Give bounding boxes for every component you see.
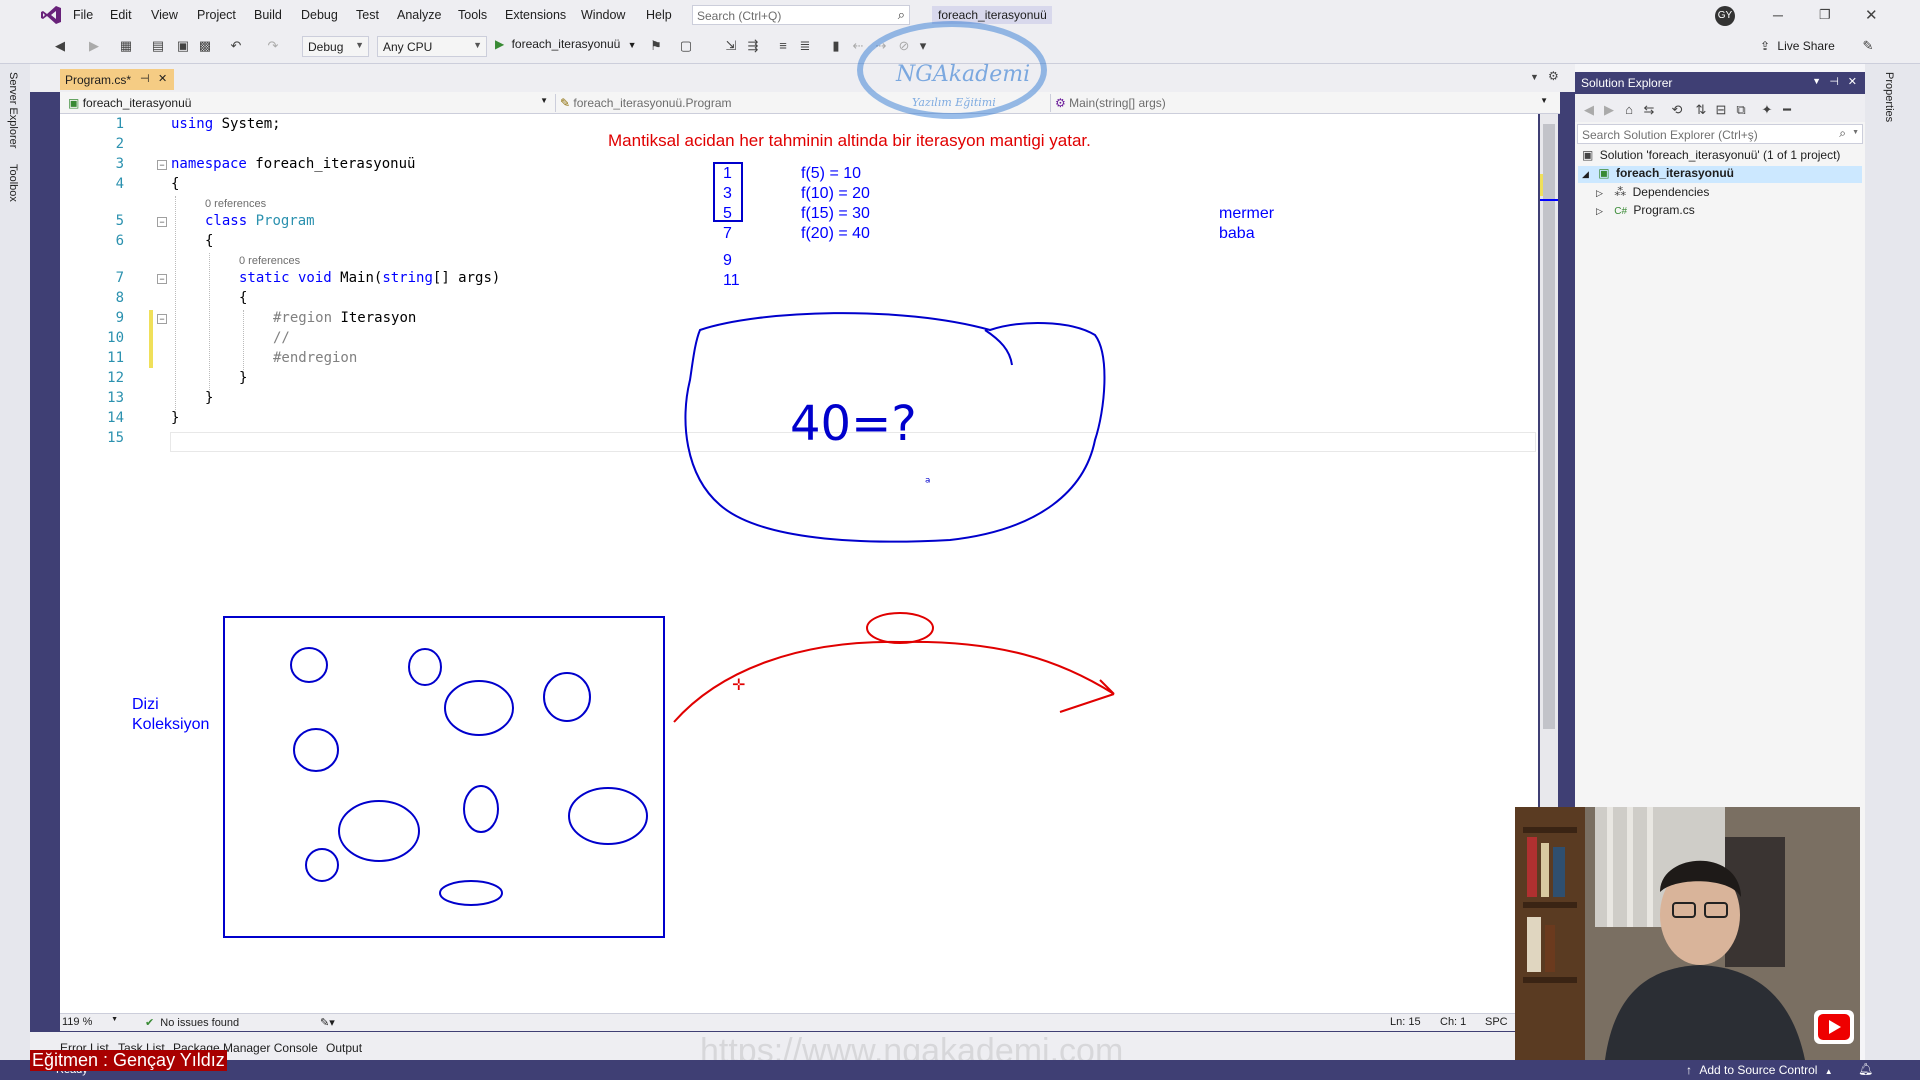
csharp-project-icon: ▣ [1598, 166, 1610, 180]
element-ellipse [543, 672, 591, 722]
element-ellipse [338, 800, 420, 862]
collapsed-caret-icon: ▷ [1596, 188, 1603, 198]
line-indicator: Ln: 15 [1390, 1016, 1421, 1028]
user-avatar[interactable]: GY [1715, 6, 1735, 26]
tree-item-project[interactable]: ◢ ▣ foreach_iterasyonuü [1578, 166, 1862, 183]
live-share-button[interactable]: ⇪ Live Share [1760, 39, 1835, 53]
bottom-tool-tabs: Error List Task List Package Manager Con… [30, 1032, 1575, 1070]
element-ellipse [463, 785, 499, 833]
up-arrow-icon: ↑ [1686, 1063, 1692, 1077]
back-icon[interactable]: ◀ [1581, 102, 1597, 118]
element-ellipse [290, 647, 328, 683]
element-ellipse [568, 787, 648, 845]
solution-icon: ▣ [1582, 148, 1594, 162]
handwriting-layer: 40=? ᵃ ✛ [223, 312, 1115, 938]
whitespace-mode[interactable]: SPC [1485, 1016, 1508, 1028]
stray-mark: ᵃ [925, 475, 930, 491]
pin-icon[interactable]: ⊣ [1829, 75, 1839, 88]
minimize-icon[interactable]: ─ [1773, 7, 1783, 23]
chevron-up-icon: ▲ [1824, 1067, 1833, 1076]
chevron-down-icon: ▼ [111, 1016, 118, 1023]
solution-label: Solution 'foreach_iterasyonuü' (1 of 1 p… [1599, 148, 1841, 162]
tab-output[interactable]: Output [326, 1041, 362, 1055]
csharp-file-icon: C# [1614, 206, 1628, 217]
solution-explorer-title: Solution Explorer [1581, 76, 1673, 90]
scrollbar-thumb[interactable] [1543, 124, 1555, 729]
tree-item-solution[interactable]: ▣ Solution 'foreach_iterasyonuü' (1 of 1… [1582, 148, 1840, 162]
chevron-down-icon: ▼ [1540, 96, 1548, 105]
collapse-all-icon[interactable]: ⊟ [1713, 102, 1729, 118]
close-icon[interactable]: ✕ [1865, 6, 1878, 24]
sync-icon[interactable]: ⇅ [1693, 102, 1709, 118]
add-to-source-control-button[interactable]: ↑ Add to Source Control ▲ [1686, 1063, 1833, 1077]
solution-explorer-header: Solution Explorer ▼ ⊣ ✕ [1575, 72, 1865, 94]
program-cs-label: Program.cs [1633, 203, 1695, 217]
element-ellipse [444, 680, 514, 736]
solution-search-placeholder: Search Solution Explorer (Ctrl+ş) [1582, 128, 1758, 142]
restore-icon[interactable]: ❐ [1819, 7, 1831, 23]
element-ellipse [439, 880, 503, 906]
caret-marker [1540, 199, 1558, 201]
right-tool-strip: Properties [1865, 64, 1920, 1060]
webcam-overlay [1515, 807, 1860, 1060]
forward-icon[interactable]: ▶ [1601, 102, 1617, 118]
pending-changes-icon[interactable]: ⟲ [1669, 102, 1685, 118]
editor-status-line: 119 % ▼ ✔ No issues found ✎▾ Ln: 15 Ch: … [60, 1013, 1558, 1031]
instructor-caption: Eğitmen : Gençay Yıldız [30, 1050, 227, 1071]
issues-indicator[interactable]: ✔ No issues found [145, 1016, 239, 1029]
dependencies-icon: ⁂ [1614, 185, 1627, 199]
ngakademi-watermark-logo: NGAkademi Yazılım Eğitimi [852, 10, 1066, 120]
handwritten-question: 40=? [790, 396, 917, 452]
properties-wrench-icon[interactable]: ✦ [1759, 102, 1775, 118]
home-icon[interactable]: ⌂ [1621, 102, 1637, 118]
properties-tab[interactable]: Properties [1883, 72, 1895, 122]
notification-bell-icon[interactable]: 🔔︎ [1858, 1062, 1873, 1076]
source-control-label: Add to Source Control [1699, 1063, 1818, 1077]
search-icon: ⌕ [1839, 126, 1846, 140]
switch-views-icon[interactable]: ⇆ [1641, 102, 1657, 118]
solution-search-input[interactable]: Search Solution Explorer (Ctrl+ş) ⌕ ▼ [1577, 124, 1863, 144]
iterator-ellipse [866, 612, 934, 644]
live-share-label: Live Share [1777, 39, 1835, 53]
dependencies-label: Dependencies [1632, 185, 1710, 199]
element-ellipse [293, 728, 339, 772]
expanded-caret-icon: ◢ [1582, 169, 1589, 179]
column-indicator: Ch: 1 [1440, 1016, 1467, 1028]
watermark-tagline: Yazılım Eğitimi [912, 96, 996, 109]
chevron-down-icon: ▼ [1852, 129, 1859, 136]
settings-icon[interactable]: ⚙ [1548, 69, 1559, 83]
cursor-icon: ✛ [732, 675, 745, 694]
issues-label: No issues found [160, 1017, 240, 1029]
zoom-value: 119 % [62, 1016, 93, 1028]
panel-dropdown-icon[interactable]: ▼ [1812, 76, 1821, 86]
change-marker [1540, 174, 1543, 196]
feedback-icon[interactable]: ✎ [1860, 38, 1876, 54]
zoom-dropdown[interactable]: 119 % ▼ [62, 1016, 120, 1030]
check-icon: ✔ [145, 1017, 155, 1029]
play-triangle [1829, 1020, 1841, 1034]
brush-icon[interactable]: ✎▾ [320, 1016, 335, 1029]
watermark-brand: NGAkademi [896, 62, 1031, 87]
show-all-files-icon[interactable]: ⧉ [1733, 102, 1749, 118]
tree-item-program-cs[interactable]: ▷ C# Program.cs [1596, 203, 1695, 217]
solution-explorer-toolbar: ◀ ▶ ⌂ ⇆ ⟲ ⇅ ⊟ ⧉ ✦ ━ [1575, 94, 1865, 122]
element-ellipse [305, 848, 339, 882]
collapsed-caret-icon: ▷ [1596, 206, 1603, 216]
share-icon: ⇪ [1760, 39, 1771, 53]
youtube-play-icon[interactable] [1814, 1010, 1854, 1044]
project-label: foreach_iterasyonuü [1615, 166, 1734, 180]
close-panel-icon[interactable]: ✕ [1848, 75, 1857, 88]
webcam-picture [1515, 807, 1860, 1060]
preview-icon[interactable]: ━ [1779, 102, 1795, 118]
element-ellipse [408, 648, 442, 686]
tree-item-dependencies[interactable]: ▷ ⁂ Dependencies [1596, 185, 1709, 199]
status-bar: Ready ↑ Add to Source Control ▲ 🔔︎ [0, 1060, 1920, 1080]
